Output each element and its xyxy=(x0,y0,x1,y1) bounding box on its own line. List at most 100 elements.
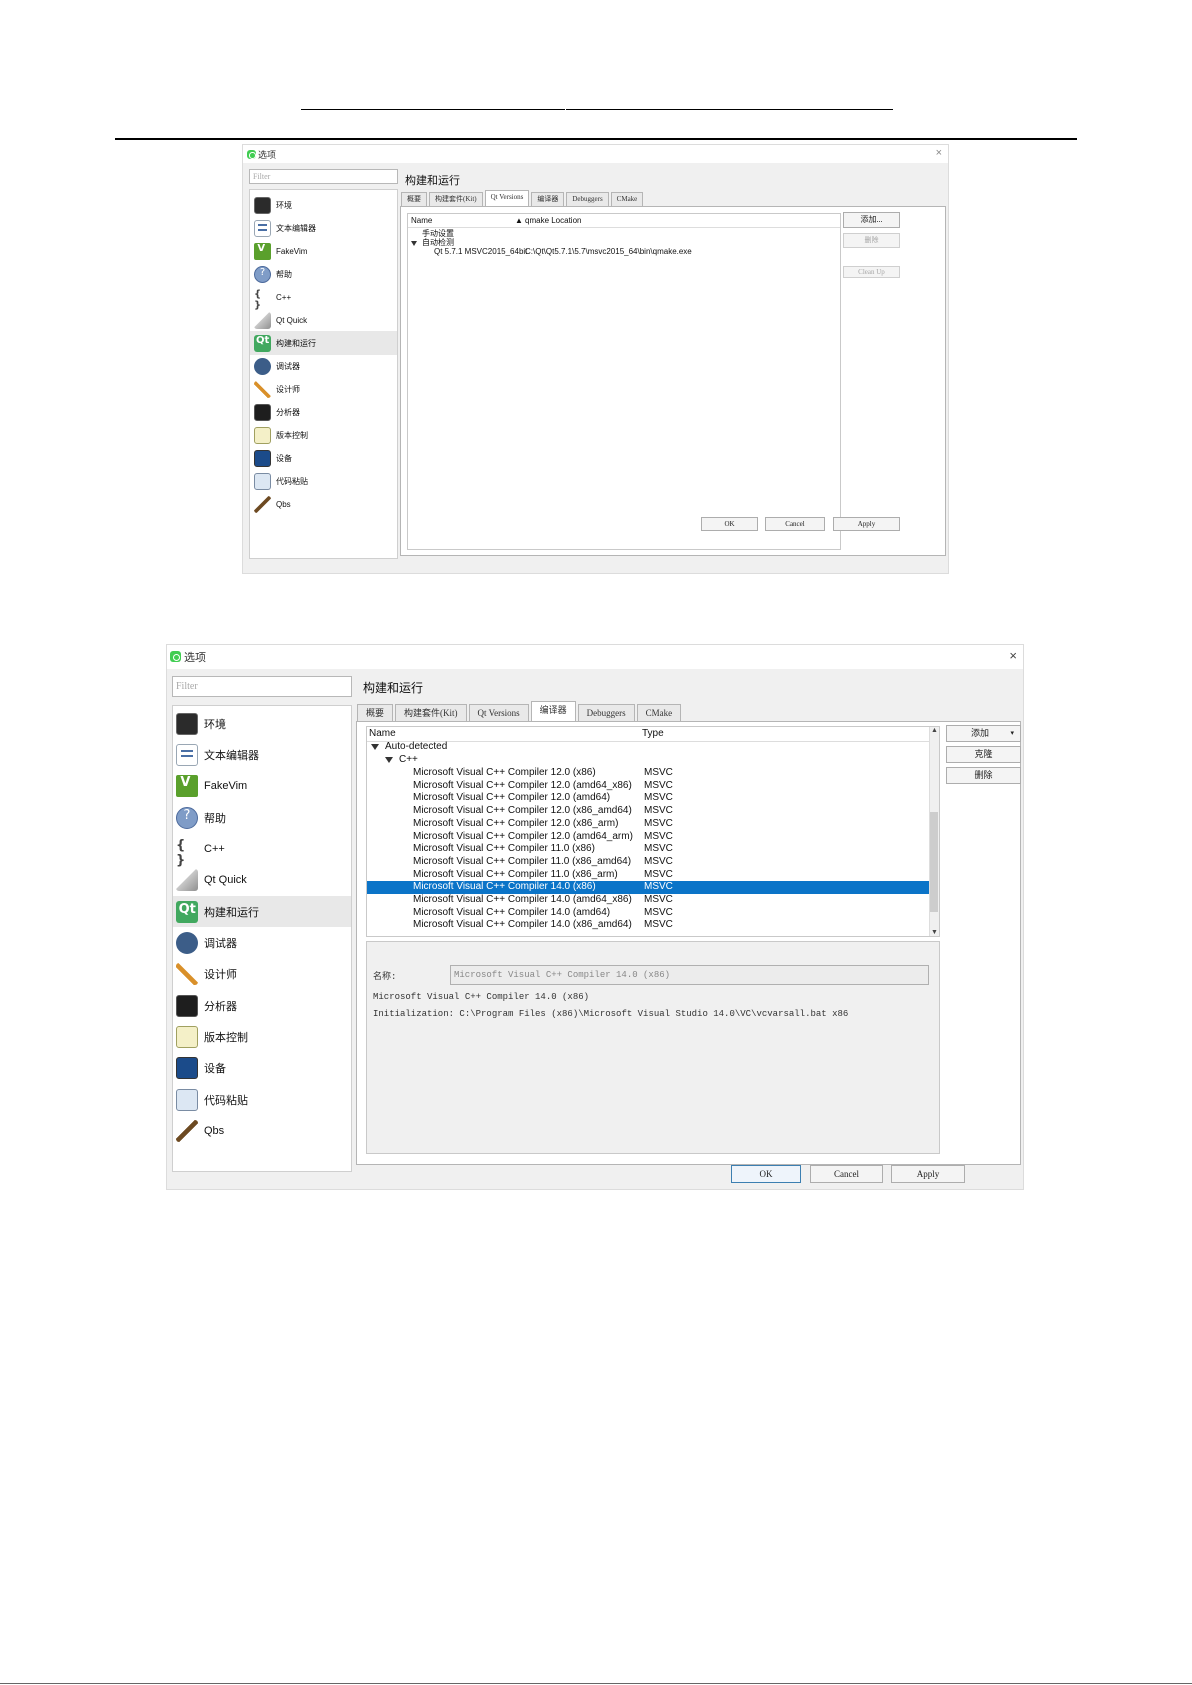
sidebar-item-qt-quick[interactable]: Qt Quick xyxy=(250,308,397,332)
sidebar-item-fakevim[interactable]: FakeVim xyxy=(173,770,351,801)
sidebar-item-debugger[interactable]: 调试器 xyxy=(173,927,351,958)
add-button[interactable]: 添加... xyxy=(843,212,900,228)
sidebar-item-qbs[interactable]: Qbs xyxy=(173,1115,351,1146)
cancel-button[interactable]: Cancel xyxy=(810,1165,883,1183)
compiler-type: MSVC xyxy=(644,919,673,931)
compiler-name-field[interactable]: Microsoft Visual C++ Compiler 14.0 (x86) xyxy=(450,965,929,985)
tree-item-cpp-group[interactable]: C++ xyxy=(367,754,939,767)
expand-arrow-icon[interactable] xyxy=(411,241,417,246)
scroll-up-arrow-icon[interactable]: ▲ xyxy=(931,727,938,734)
compilers-tree[interactable]: Name Type Auto-detected C++ Microsoft Vi… xyxy=(366,726,940,937)
tab-bar: 概要 构建套件(Kit) Qt Versions 编译器 Debuggers C… xyxy=(357,701,683,721)
sidebar-item-build-run[interactable]: 构建和运行 xyxy=(250,331,397,355)
tab-kits[interactable]: 构建套件(Kit) xyxy=(395,704,467,721)
sidebar-item-code-paster[interactable]: 代码粘贴 xyxy=(250,469,397,493)
tab-qt-versions[interactable]: Qt Versions xyxy=(468,704,529,721)
compiler-type: MSVC xyxy=(644,792,673,804)
remove-button[interactable]: 删除 xyxy=(843,233,900,248)
tree-item-qt-version[interactable]: Qt 5.7.1 MSVC2015_64bit C:\Qt\Qt5.7.1\5.… xyxy=(408,247,840,257)
filter-input[interactable]: Filter xyxy=(249,169,398,184)
sidebar-item-help[interactable]: 帮助 xyxy=(173,802,351,833)
clone-button[interactable]: 克隆 xyxy=(946,746,1021,763)
tab-overview[interactable]: 概要 xyxy=(357,704,394,721)
sidebar-item-analyzer[interactable]: 分析器 xyxy=(173,990,351,1021)
expand-arrow-icon[interactable] xyxy=(385,757,393,763)
sidebar-item-devices[interactable]: 设备 xyxy=(173,1052,351,1083)
environment-icon xyxy=(176,712,198,735)
cancel-button[interactable]: Cancel xyxy=(765,517,825,531)
sidebar-item-devices[interactable]: 设备 xyxy=(250,446,397,470)
close-icon[interactable]: × xyxy=(1009,648,1017,663)
sidebar-item-analyzer[interactable]: 分析器 xyxy=(250,400,397,424)
compiler-row[interactable]: Microsoft Visual C++ Compiler 11.0 (x86)… xyxy=(367,843,939,856)
qt-versions-tree[interactable]: Name ▲ qmake Location 手动设置 自动检测 Qt 5.7.1… xyxy=(407,213,841,550)
compiler-row[interactable]: Microsoft Visual C++ Compiler 14.0 (x86_… xyxy=(367,919,939,932)
sidebar-item-text-editor[interactable]: 文本编辑器 xyxy=(250,216,397,240)
column-header-qmake-location[interactable]: qmake Location xyxy=(525,216,581,226)
sidebar-item-build-run[interactable]: 构建和运行 xyxy=(173,896,351,927)
compiler-row[interactable]: Microsoft Visual C++ Compiler 12.0 (x86_… xyxy=(367,818,939,831)
column-header-name[interactable]: Name xyxy=(369,728,396,741)
sidebar-item-version-control[interactable]: 版本控制 xyxy=(173,1021,351,1052)
compiler-row[interactable]: Microsoft Visual C++ Compiler 14.0 (amd6… xyxy=(367,894,939,907)
ok-button[interactable]: OK xyxy=(701,517,758,531)
compiler-row[interactable]: Microsoft Visual C++ Compiler 12.0 (amd6… xyxy=(367,792,939,805)
column-header-type[interactable]: Type xyxy=(642,728,664,741)
sidebar-item-code-paster[interactable]: 代码粘贴 xyxy=(173,1084,351,1115)
remove-button[interactable]: 删除 xyxy=(946,767,1021,784)
sidebar-item-cpp[interactable]: C++ xyxy=(250,285,397,311)
tab-overview[interactable]: 概要 xyxy=(401,192,427,206)
tab-compilers[interactable]: 编译器 xyxy=(530,701,576,721)
sidebar-item-help[interactable]: 帮助 xyxy=(250,262,397,286)
tab-compilers[interactable]: 编译器 xyxy=(531,192,565,206)
sidebar-item-version-control[interactable]: 版本控制 xyxy=(250,423,397,447)
scrollbar-thumb[interactable] xyxy=(930,812,938,912)
compiler-row[interactable]: Microsoft Visual C++ Compiler 14.0 (x86)… xyxy=(367,881,939,894)
apply-button[interactable]: Apply xyxy=(833,517,900,531)
tab-debuggers[interactable]: Debuggers xyxy=(577,704,635,721)
compiler-row[interactable]: Microsoft Visual C++ Compiler 12.0 (amd6… xyxy=(367,780,939,793)
vertical-scrollbar[interactable]: ▲ ▼ xyxy=(929,727,939,936)
sidebar-item-qt-quick[interactable]: Qt Quick xyxy=(173,864,351,895)
compiler-type: MSVC xyxy=(644,843,673,855)
tab-cmake[interactable]: CMake xyxy=(610,192,644,206)
compiler-row[interactable]: Microsoft Visual C++ Compiler 14.0 (amd6… xyxy=(367,907,939,920)
sidebar-item-designer[interactable]: 设计师 xyxy=(173,958,351,989)
fakevim-icon xyxy=(254,242,271,260)
tab-debuggers[interactable]: Debuggers xyxy=(566,192,609,206)
compiler-row[interactable]: Microsoft Visual C++ Compiler 12.0 (x86)… xyxy=(367,767,939,780)
sidebar-item-environment[interactable]: 环境 xyxy=(250,193,397,217)
sidebar-item-qbs[interactable]: Qbs xyxy=(250,492,397,516)
compiler-details-panel: 名称: Microsoft Visual C++ Compiler 14.0 (… xyxy=(366,941,940,1154)
sidebar-item-label: 代码粘贴 xyxy=(276,476,308,486)
text-editor-icon xyxy=(176,743,198,766)
compilers-pane: Name Type Auto-detected C++ Microsoft Vi… xyxy=(356,721,1021,1165)
add-dropdown-button[interactable]: 添加 ▾ xyxy=(946,725,1021,742)
expand-arrow-icon[interactable] xyxy=(371,744,379,750)
ok-button[interactable]: OK xyxy=(731,1165,801,1183)
sidebar-item-text-editor[interactable]: 文本编辑器 xyxy=(173,739,351,770)
sidebar-item-environment[interactable]: 环境 xyxy=(173,708,351,739)
sidebar-item-designer[interactable]: 设计师 xyxy=(250,377,397,401)
close-icon[interactable]: × xyxy=(936,147,942,159)
tab-cmake[interactable]: CMake xyxy=(636,704,682,721)
compiler-row[interactable]: Microsoft Visual C++ Compiler 12.0 (x86_… xyxy=(367,805,939,818)
compiler-row[interactable]: Microsoft Visual C++ Compiler 11.0 (x86_… xyxy=(367,869,939,882)
sidebar-item-fakevim[interactable]: FakeVim xyxy=(250,239,397,263)
qt-quick-icon xyxy=(254,311,271,329)
filter-input[interactable]: Filter xyxy=(172,676,352,697)
tab-qt-versions[interactable]: Qt Versions xyxy=(484,190,530,206)
sidebar-item-debugger[interactable]: 调试器 xyxy=(250,354,397,378)
document-header-line-right xyxy=(566,109,893,110)
fakevim-icon xyxy=(176,774,198,797)
tab-kits[interactable]: 构建套件(Kit) xyxy=(429,192,483,206)
compiler-row[interactable]: Microsoft Visual C++ Compiler 12.0 (amd6… xyxy=(367,831,939,844)
clean-up-button[interactable]: Clean Up xyxy=(843,266,900,278)
tree-item-auto-detected[interactable]: Auto-detected xyxy=(367,741,939,754)
compiler-type: MSVC xyxy=(644,767,673,778)
sidebar-item-cpp[interactable]: C++ xyxy=(173,833,351,868)
apply-button[interactable]: Apply xyxy=(891,1165,965,1183)
compiler-row[interactable]: Microsoft Visual C++ Compiler 11.0 (x86_… xyxy=(367,856,939,869)
column-header-name[interactable]: Name xyxy=(411,216,432,226)
scroll-down-arrow-icon[interactable]: ▼ xyxy=(931,929,938,936)
